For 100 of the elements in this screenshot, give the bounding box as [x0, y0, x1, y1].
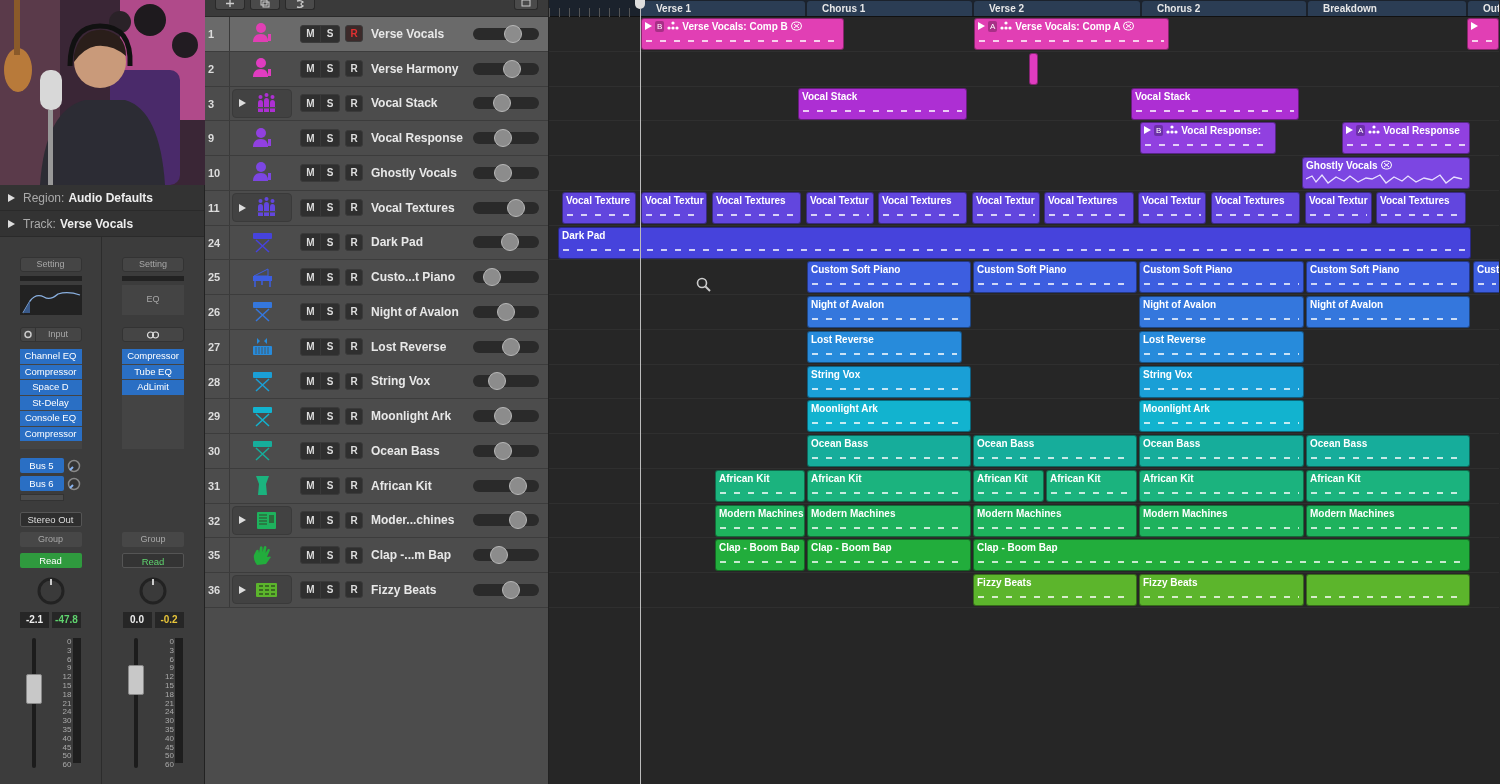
- record-enable-button[interactable]: R: [345, 442, 363, 460]
- disclosure-triangle-icon[interactable]: [239, 99, 246, 108]
- automation-mode-button[interactable]: Read: [122, 553, 184, 568]
- eq-curve-thumbnail[interactable]: [19, 285, 82, 315]
- region[interactable]: [1029, 52, 1038, 85]
- region[interactable]: [1467, 18, 1499, 50]
- track-header[interactable]: 10 M S R Ghostly Vocals: [205, 156, 548, 191]
- track-inspector-header[interactable]: Track: Verse Vocals: [0, 211, 204, 237]
- record-enable-button[interactable]: R: [345, 303, 363, 321]
- volume-slider-thumb[interactable]: [482, 268, 501, 287]
- record-enable-button[interactable]: R: [345, 372, 363, 390]
- solo-button[interactable]: S: [320, 408, 339, 425]
- disclosure-triangle-icon[interactable]: [239, 585, 246, 594]
- plugin-slot[interactable]: Tube EQ: [122, 364, 184, 379]
- eq-button[interactable]: EQ: [122, 285, 184, 315]
- volume-slider[interactable]: [473, 27, 539, 40]
- record-enable-button[interactable]: R: [345, 477, 363, 495]
- volume-slider[interactable]: [473, 549, 539, 562]
- track-header[interactable]: 2 M S R Verse Harmony: [205, 51, 548, 87]
- link-icon[interactable]: [146, 330, 160, 339]
- mute-button[interactable]: M: [301, 373, 320, 390]
- volume-slider[interactable]: [473, 444, 539, 457]
- region[interactable]: Vocal Textur: [806, 191, 874, 224]
- arrangement-marker[interactable]: Chorus 1: [807, 1, 972, 16]
- region[interactable]: Vocal Stack: [798, 87, 967, 120]
- record-enable-button[interactable]: R: [345, 60, 363, 78]
- mute-button[interactable]: M: [301, 199, 320, 216]
- volume-slider[interactable]: [473, 583, 539, 596]
- volume-slider[interactable]: [473, 201, 539, 214]
- solo-button[interactable]: S: [320, 25, 339, 42]
- play-icon[interactable]: [1471, 21, 1478, 31]
- volume-slider[interactable]: [473, 132, 539, 145]
- take-folder-icon[interactable]: [1166, 125, 1179, 136]
- volume-slider[interactable]: [473, 410, 539, 423]
- track-header[interactable]: 3 M S R Vocal Stack: [205, 86, 548, 122]
- mute-button[interactable]: M: [301, 234, 320, 251]
- squiggle-icon[interactable]: [295, 0, 305, 8]
- global-tracks-button[interactable]: [514, 0, 538, 10]
- region[interactable]: Custom Soft Piano: [807, 261, 971, 294]
- solo-button[interactable]: S: [320, 130, 339, 147]
- mute-button[interactable]: M: [301, 442, 320, 459]
- track-icon-box[interactable]: [232, 193, 292, 223]
- record-enable-button[interactable]: R: [345, 338, 363, 356]
- track-icon-box[interactable]: [232, 575, 292, 605]
- region[interactable]: Vocal Textures: [878, 191, 967, 224]
- record-enable-button[interactable]: R: [345, 129, 363, 147]
- volume-slider-thumb[interactable]: [493, 407, 512, 426]
- region[interactable]: Custom Soft Piano: [1306, 261, 1470, 294]
- send-slot[interactable]: Bus 5: [19, 458, 64, 473]
- take-folder-icon[interactable]: [1000, 21, 1013, 31]
- disclosure-triangle-icon[interactable]: [8, 219, 15, 228]
- play-icon[interactable]: [1144, 125, 1151, 136]
- arrangement-marker[interactable]: Chorus 2: [1142, 1, 1306, 16]
- volume-fader-thumb[interactable]: [25, 674, 42, 704]
- mute-button[interactable]: M: [301, 25, 320, 42]
- plugin-slot[interactable]: Console EQ: [19, 411, 82, 426]
- disclosure-triangle-icon[interactable]: [239, 516, 246, 525]
- setting-button[interactable]: Setting: [122, 257, 184, 272]
- disclosure-triangle-icon[interactable]: [239, 203, 246, 212]
- group-slot[interactable]: Group: [19, 532, 82, 547]
- solo-button[interactable]: S: [320, 303, 339, 320]
- region[interactable]: Vocal Textur: [1138, 191, 1206, 224]
- take-letter[interactable]: A: [1356, 125, 1366, 137]
- plugin-slot[interactable]: St-Delay: [19, 395, 82, 410]
- track-header[interactable]: 36 M S R Fizzy Beats: [205, 573, 548, 608]
- add-track-button[interactable]: [215, 0, 245, 10]
- region[interactable]: Vocal Textures: [712, 191, 801, 224]
- take-letter[interactable]: B: [1154, 125, 1164, 137]
- region[interactable]: Dark Pad: [558, 226, 1471, 259]
- solo-button[interactable]: S: [320, 512, 339, 529]
- volume-slider[interactable]: [473, 514, 539, 527]
- region[interactable]: [1306, 574, 1470, 606]
- region[interactable]: Cust: [1473, 261, 1499, 294]
- region[interactable]: Night of Avalon: [1306, 296, 1470, 328]
- region[interactable]: Vocal Textures: [1211, 191, 1300, 224]
- mute-button[interactable]: M: [301, 130, 320, 147]
- play-icon[interactable]: [645, 21, 652, 31]
- record-enable-button[interactable]: R: [345, 511, 363, 529]
- track-header[interactable]: 35 M S R Clap -...m Bap: [205, 538, 548, 573]
- play-icon[interactable]: [978, 21, 985, 31]
- track-header[interactable]: 27 M S R Lost Reverse: [205, 329, 548, 365]
- solo-button[interactable]: S: [320, 60, 339, 77]
- mute-button[interactable]: M: [301, 547, 320, 564]
- mute-button[interactable]: M: [301, 164, 320, 181]
- mute-button[interactable]: M: [301, 512, 320, 529]
- track-icon-box[interactable]: [232, 88, 292, 118]
- track-header[interactable]: 11 M S R Vocal Textures: [205, 190, 548, 226]
- solo-button[interactable]: S: [320, 338, 339, 355]
- volume-slider[interactable]: [473, 375, 539, 388]
- solo-button[interactable]: S: [320, 164, 339, 181]
- track-header[interactable]: 25 M S R Custo...t Piano: [205, 260, 548, 295]
- volume-slider-thumb[interactable]: [492, 94, 511, 113]
- take-folder-icon[interactable]: [667, 21, 680, 31]
- solo-button[interactable]: S: [320, 95, 339, 112]
- volume-slider-thumb[interactable]: [493, 129, 512, 148]
- duplicate-icon[interactable]: [260, 0, 270, 8]
- plugin-slot[interactable]: AdLimit: [122, 380, 184, 395]
- input-button[interactable]: Input: [19, 327, 82, 342]
- plugin-slot[interactable]: Compressor: [19, 364, 82, 379]
- volume-slider-thumb[interactable]: [496, 302, 515, 321]
